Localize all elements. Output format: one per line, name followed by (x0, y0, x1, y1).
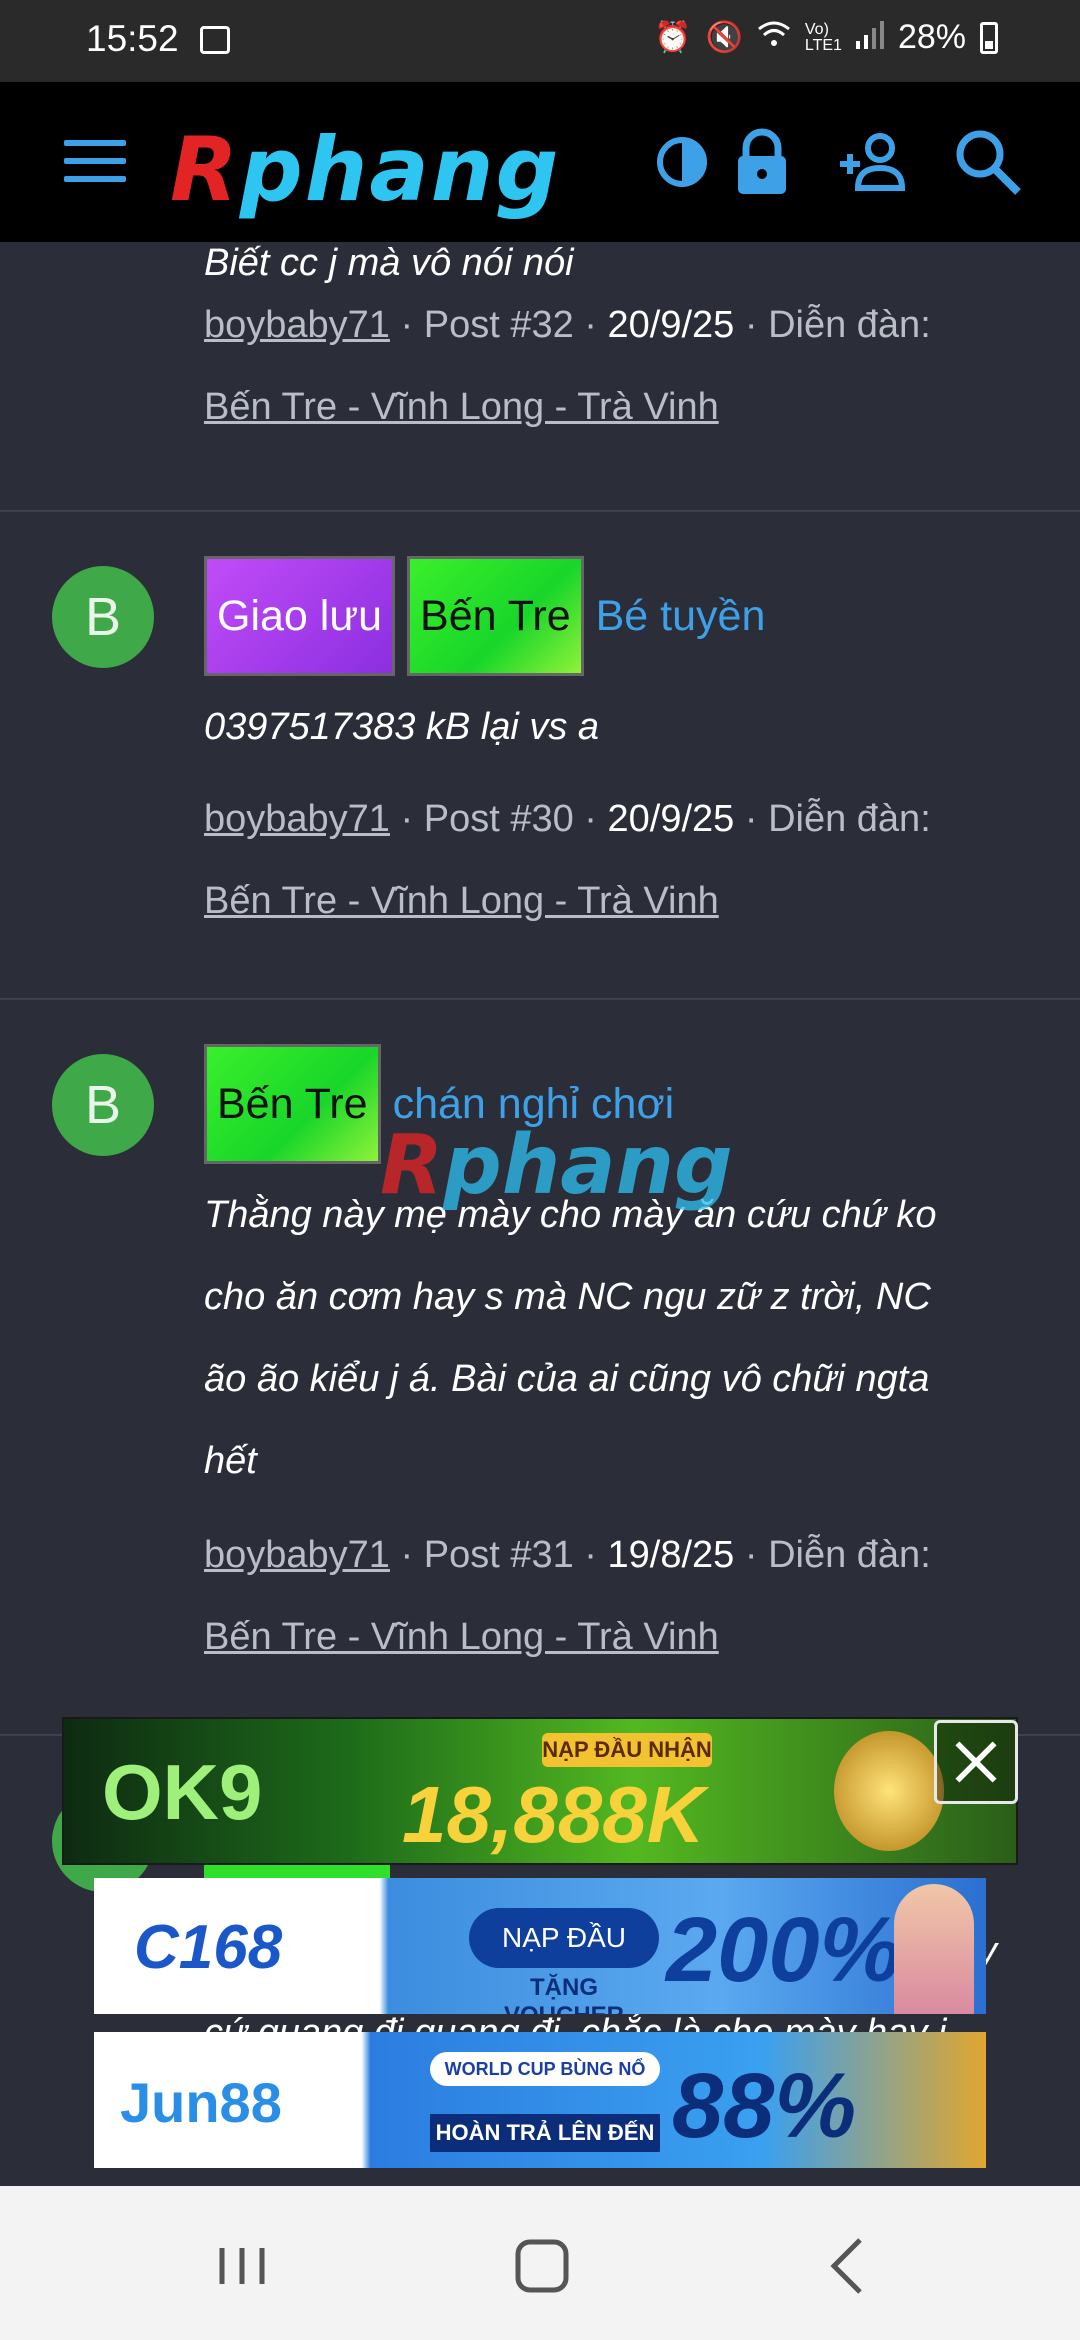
back-icon[interactable] (808, 2226, 888, 2306)
image-icon (200, 26, 230, 54)
close-ad-button[interactable] (934, 1720, 1018, 1804)
author-link[interactable]: boybaby71 (204, 1534, 390, 1576)
battery-icon (980, 21, 998, 54)
thread-title[interactable]: Bé tuyền (596, 592, 766, 641)
search-icon[interactable] (948, 122, 1028, 202)
volte-icon: Vo) LTE1 (804, 20, 842, 54)
snippet-line: ão ão kiểu j á. Bài của ai cũng vô chữi … (204, 1358, 930, 1400)
ad-banner-c168[interactable]: C168 NẠP ĐẦU TẶNG VOUCHER 200% (94, 1878, 986, 2014)
watermark-rest: phang (443, 1118, 733, 1213)
post-number: Post #30 (423, 798, 574, 840)
menu-icon[interactable] (64, 140, 126, 182)
jun88-bottom-label: HOÀN TRẢ LÊN ĐẾN (430, 2114, 660, 2152)
signal-icon (855, 19, 884, 57)
wifi-icon (757, 19, 791, 57)
prefix-tag[interactable]: Bến Tre (407, 556, 584, 676)
post-snippet: Thằng này mẹ mày cho mày ăn cứu chứ ko c… (204, 1174, 1024, 1502)
battery-percent: 28% (897, 18, 966, 56)
home-icon[interactable] (502, 2226, 582, 2306)
mute-icon: 🔇 (705, 21, 743, 54)
model-image (894, 1884, 974, 2014)
forum-label: Diễn đàn: (768, 304, 931, 346)
post-meta: boybaby71 · Post #32 · 20/9/25 · Diễn đà… (204, 304, 931, 428)
c168-subtitle: TẶNG VOUCHER (504, 1974, 624, 2014)
snippet-line: cho ăn cơm hay s mà NC ngu zữ z trời, NC (204, 1276, 931, 1318)
author-link[interactable]: boybaby71 (204, 304, 390, 346)
register-icon[interactable] (834, 122, 914, 202)
watermark-r: R (380, 1118, 444, 1213)
jun88-logo: Jun88 (120, 2071, 282, 2134)
lock-icon[interactable] (722, 122, 802, 202)
snippet-line: hết (204, 1440, 257, 1482)
post-item[interactable]: Biết cc j mà vô nói nói boybaby71 · Post… (0, 192, 1080, 512)
post-date: 19/8/25 (607, 1534, 735, 1576)
ok9-amount: 18,888K (402, 1770, 705, 1859)
ad-banner-jun88[interactable]: Jun88 WORLD CUP BÙNG NỔ HOÀN TRẢ LÊN ĐẾN… (94, 2032, 986, 2168)
c168-button: NẠP ĐẦU (469, 1908, 659, 1968)
ad-banner-ok9[interactable]: OK9 NẠP ĐẦU NHẬN 18,888K (62, 1717, 1018, 1865)
post-item[interactable]: B Bến Tre chán nghỉ chơi Thằng này mẹ mà… (0, 1000, 1080, 1736)
forum-link[interactable]: Bến Tre - Vĩnh Long - Trà Vinh (204, 880, 719, 922)
c168-percent: 200% (666, 1899, 902, 2001)
prefix-tag[interactable]: Giao lưu (204, 556, 396, 676)
status-icons: ⏰ 🔇 Vo) LTE1 28% (654, 18, 998, 57)
forum-link[interactable]: Bến Tre - Vĩnh Long - Trà Vinh (204, 1616, 719, 1658)
forum-link[interactable]: Bến Tre - Vĩnh Long - Trà Vinh (204, 386, 719, 428)
forum-label: Diễn đàn: (768, 798, 931, 840)
jun88-top-label: WORLD CUP BÙNG NỔ (430, 2052, 660, 2086)
post-title-line: Giao lưu Bến Tre Bé tuyền (204, 556, 765, 676)
recent-apps-icon[interactable] (202, 2226, 282, 2306)
ok9-logo: OK9 (102, 1748, 263, 1836)
c168-logo: C168 (134, 1913, 283, 1982)
post-item[interactable]: B Giao lưu Bến Tre Bé tuyền 0397517383 k… (0, 512, 1080, 1000)
post-date: 20/9/25 (607, 304, 735, 346)
close-icon (955, 1741, 997, 1783)
post-date: 20/9/25 (607, 798, 735, 840)
post-number: Post #31 (423, 1534, 574, 1576)
ok9-badge: NẠP ĐẦU NHẬN (542, 1733, 712, 1767)
post-snippet: 0397517383 kB lại vs a (204, 706, 600, 748)
avatar[interactable]: B (52, 566, 154, 668)
status-time: 15:52 (86, 18, 179, 59)
post-meta: boybaby71 · Post #31 · 19/8/25 · Diễn đà… (204, 1534, 931, 1658)
status-bar: 15:52 ⏰ 🔇 Vo) LTE1 28% (0, 0, 1080, 82)
author-link[interactable]: boybaby71 (204, 798, 390, 840)
post-meta: boybaby71 · Post #30 · 20/9/25 · Diễn đà… (204, 798, 931, 922)
prefix-tag[interactable]: Bến Tre (204, 1044, 381, 1164)
watermark-logo: Rphang (380, 1118, 733, 1213)
jun88-percent: 88% (672, 2055, 857, 2157)
forum-label: Diễn đàn: (768, 1534, 931, 1576)
treasure-chest-icon (834, 1731, 944, 1851)
alarm-icon: ⏰ (654, 21, 692, 54)
theme-toggle-icon[interactable] (642, 122, 722, 202)
system-nav-bar (0, 2186, 1080, 2340)
post-number: Post #32 (423, 304, 574, 346)
avatar[interactable]: B (52, 1054, 154, 1156)
